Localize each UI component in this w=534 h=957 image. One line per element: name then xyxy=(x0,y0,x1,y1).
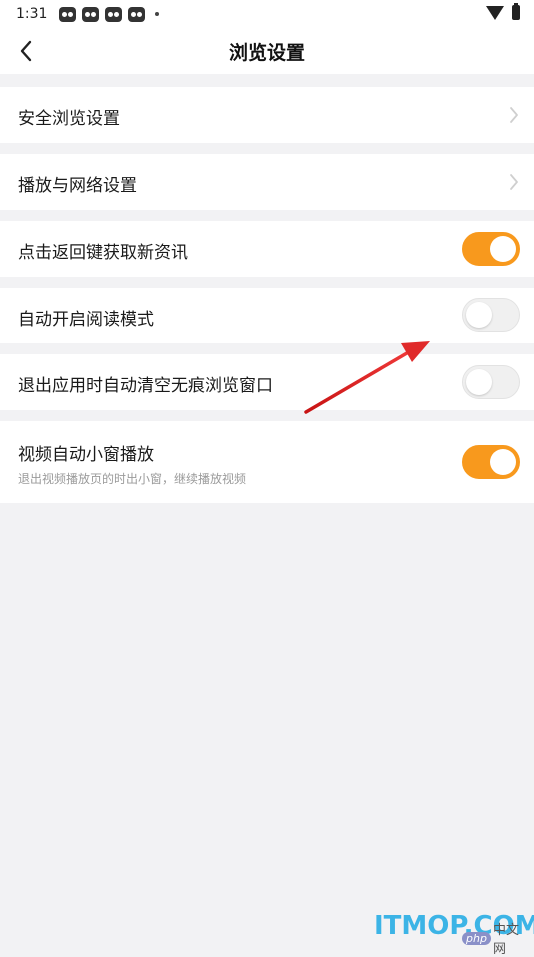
setting-row-back-refresh: 点击返回键获取新资讯 xyxy=(0,221,534,277)
setting-label: 安全浏览设置 xyxy=(18,109,120,129)
back-refresh-toggle[interactable] xyxy=(462,232,520,266)
php-cn-text: 中文网 xyxy=(492,923,519,957)
status-time: 1:31 xyxy=(16,6,48,22)
setting-row-video-mini-window: 视频自动小窗播放 退出视频播放页的时出小窗，继续播放视频 xyxy=(0,421,534,503)
setting-row-reading-mode: 自动开启阅读模式 xyxy=(0,288,534,343)
setting-label: 播放与网络设置 xyxy=(18,176,137,196)
setting-label: 自动开启阅读模式 xyxy=(18,310,154,330)
toggle-knob xyxy=(490,236,516,262)
setting-label: 视频自动小窗播放 xyxy=(18,445,154,465)
chevron-right-icon xyxy=(510,174,518,190)
chevron-right-icon xyxy=(510,107,518,123)
setting-label: 点击返回键获取新资讯 xyxy=(18,243,188,263)
notification-icon xyxy=(128,6,146,22)
setting-row-safe-browsing[interactable]: 安全浏览设置 xyxy=(0,87,534,143)
battery-icon xyxy=(512,3,520,20)
toggle-knob xyxy=(466,302,492,328)
setting-sublabel: 退出视频播放页的时出小窗，继续播放视频 xyxy=(18,472,247,486)
notification-icon xyxy=(105,6,123,22)
notification-icons xyxy=(59,6,160,22)
watermark-php: php 中文网 xyxy=(462,923,528,957)
setting-row-clear-incognito: 退出应用时自动清空无痕浏览窗口 xyxy=(0,354,534,410)
video-mini-window-toggle[interactable] xyxy=(462,445,520,479)
setting-row-playback-network[interactable]: 播放与网络设置 xyxy=(0,154,534,210)
page-title: 浏览设置 xyxy=(228,42,305,64)
clear-incognito-toggle[interactable] xyxy=(462,365,520,399)
setting-label: 退出应用时自动清空无痕浏览窗口 xyxy=(18,376,273,396)
more-notifications-dot-icon xyxy=(155,12,160,16)
toggle-knob xyxy=(466,369,492,395)
notification-icon xyxy=(59,6,77,22)
wifi-icon xyxy=(486,5,504,20)
notification-icon xyxy=(82,6,100,22)
toggle-knob xyxy=(490,449,516,475)
reading-mode-toggle[interactable] xyxy=(462,298,520,332)
php-badge: php xyxy=(462,931,491,945)
status-bar: 1:31 xyxy=(0,0,534,28)
app-header: 浏览设置 xyxy=(0,28,534,74)
